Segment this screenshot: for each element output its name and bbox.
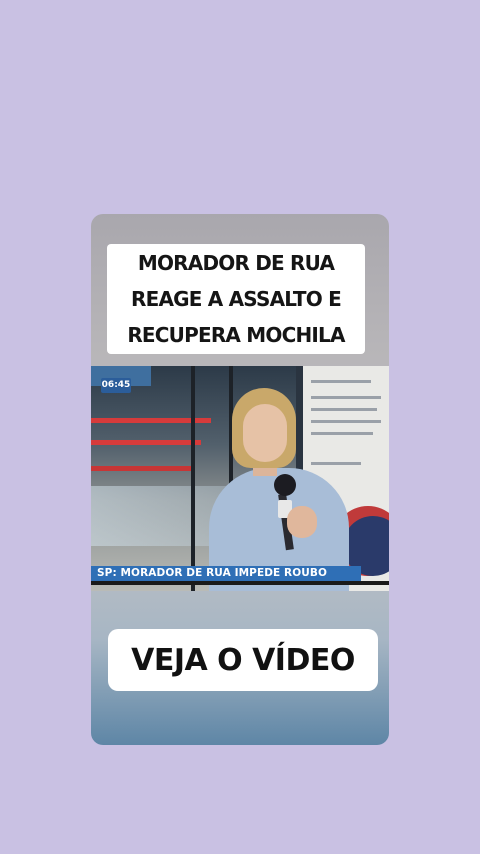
story-card[interactable]: MORADOR DE RUA REAGE A ASSALTO E RECUPER… [91, 214, 389, 745]
watch-video-button[interactable]: VEJA O VÍDEO [108, 629, 378, 691]
video-thumbnail[interactable]: 06:45 SP: MORADOR DE RUA IMPEDE ROUBO [91, 366, 389, 591]
news-caption: SP: MORADOR DE RUA IMPEDE ROUBO [91, 566, 361, 581]
headline: MORADOR DE RUA REAGE A ASSALTO E RECUPER… [127, 251, 345, 347]
time-badge: 06:45 [101, 378, 131, 393]
watch-video-label: VEJA O VÍDEO [131, 642, 355, 678]
headline-box: MORADOR DE RUA REAGE A ASSALTO E RECUPER… [107, 244, 365, 354]
